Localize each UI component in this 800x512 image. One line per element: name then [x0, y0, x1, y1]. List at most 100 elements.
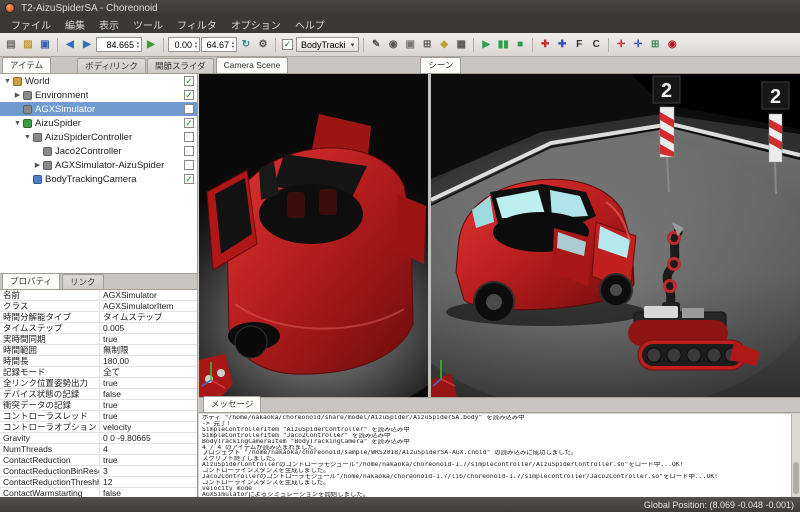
- item-checkbox[interactable]: [184, 146, 194, 156]
- sim-start-icon[interactable]: ▶: [478, 37, 494, 53]
- delineator-sign-label: 2: [661, 80, 672, 102]
- spin-arrows-icon[interactable]: ▲▼: [231, 41, 235, 48]
- property-row: ContactReductiontrue: [0, 455, 197, 466]
- item-checkbox[interactable]: ✓: [184, 118, 194, 128]
- property-value[interactable]: AGXSimulator: [100, 290, 157, 300]
- axis-red-icon[interactable]: ✛: [613, 37, 629, 53]
- tab-body-link[interactable]: ボディ/リンク: [77, 58, 146, 73]
- property-value[interactable]: 12: [100, 477, 112, 487]
- tree-item-BodyTrackingCamera[interactable]: BodyTrackingCamera✓: [0, 172, 197, 186]
- frame-f-icon[interactable]: F: [571, 37, 587, 53]
- property-panel[interactable]: 名前AGXSimulatorクラスAGXSimulatorItem時間分解能タイ…: [0, 290, 198, 497]
- tree-item-AizuSpider[interactable]: ▼AizuSpider✓: [0, 116, 197, 130]
- time-spinbox[interactable]: 84.665▲▼: [96, 37, 142, 52]
- collision-view-icon[interactable]: ◆: [436, 37, 452, 53]
- grid-green-icon[interactable]: ⊞: [647, 37, 663, 53]
- expander-icon[interactable]: ▶: [33, 161, 42, 169]
- property-value[interactable]: 無制限: [100, 345, 129, 355]
- axis-blue-icon[interactable]: ✛: [630, 37, 646, 53]
- tree-item-Jaco2Controller[interactable]: Jaco2Controller: [0, 144, 197, 158]
- property-value[interactable]: true: [100, 411, 118, 421]
- menu-表示[interactable]: 表示: [92, 15, 126, 34]
- scene-view[interactable]: 2 2: [431, 74, 800, 397]
- tree-item-World[interactable]: ▼World✓: [0, 74, 197, 88]
- expander-icon[interactable]: ▼: [23, 134, 32, 141]
- item-checkbox[interactable]: [184, 160, 194, 170]
- min-time-spinbox[interactable]: 0.00▲▼: [168, 37, 200, 52]
- property-value[interactable]: AGXSimulatorItem: [100, 301, 173, 311]
- flag-blue-icon[interactable]: ✚: [554, 37, 570, 53]
- refresh-icon[interactable]: ↻: [238, 37, 254, 53]
- tab-link[interactable]: リンク: [62, 274, 104, 289]
- message-scrollbar-thumb[interactable]: [793, 462, 799, 494]
- property-value[interactable]: true: [100, 455, 118, 465]
- menu-オプション[interactable]: オプション: [224, 15, 288, 34]
- item-tree-panel[interactable]: ▼World✓▶Environment✓AGXSimulator▼AizuSpi…: [0, 74, 198, 274]
- frame-c-icon[interactable]: C: [588, 37, 604, 53]
- property-row: デバイス状態の記録false: [0, 389, 197, 400]
- item-checkbox[interactable]: ✓: [184, 90, 194, 100]
- property-value[interactable]: true: [100, 378, 118, 388]
- tree-item-AizuSpiderController[interactable]: ▼AizuSpiderController: [0, 130, 197, 144]
- item-checkbox[interactable]: ✓: [184, 174, 194, 184]
- wireframe-icon[interactable]: ▦: [453, 37, 469, 53]
- property-value[interactable]: 0 0 -9.80665: [100, 433, 151, 443]
- item-checkbox[interactable]: ✓: [184, 76, 194, 86]
- menu-ツール[interactable]: ツール: [126, 15, 170, 34]
- property-value[interactable]: true: [100, 334, 118, 344]
- menu-ヘルプ[interactable]: ヘルプ: [288, 15, 332, 34]
- close-button[interactable]: [5, 3, 15, 13]
- seek-start-icon[interactable]: ◀: [62, 37, 78, 53]
- spin-arrows-icon[interactable]: ▲▼: [136, 41, 140, 48]
- spin-arrows-icon[interactable]: ▲▼: [194, 41, 198, 48]
- play-button[interactable]: ▶: [79, 37, 95, 53]
- flag-red-icon[interactable]: ✚: [537, 37, 553, 53]
- property-value[interactable]: 3: [100, 466, 108, 476]
- menu-ファイル[interactable]: ファイル: [4, 15, 58, 34]
- item-checkbox[interactable]: [184, 104, 194, 114]
- property-value[interactable]: false: [100, 389, 121, 399]
- tree-item-AGXSimulator[interactable]: AGXSimulator: [0, 102, 197, 116]
- fit-view-icon[interactable]: ⊞: [419, 37, 435, 53]
- property-value[interactable]: タイムステップ: [100, 312, 162, 322]
- camera-scene-view[interactable]: [199, 74, 428, 397]
- camera-combo[interactable]: BodyTracki▾: [296, 37, 359, 52]
- sim-pause-icon[interactable]: ▮▮: [495, 37, 511, 53]
- tab-property[interactable]: プロパティ: [2, 273, 60, 289]
- property-value[interactable]: 0.005: [100, 323, 124, 333]
- tree-item-Environment[interactable]: ▶Environment✓: [0, 88, 197, 102]
- property-value[interactable]: 180.00: [100, 356, 129, 366]
- tree-item-AGXSimulator-AizuSpider[interactable]: ▶AGXSimulator-AizuSpider: [0, 158, 197, 172]
- property-value[interactable]: 4: [100, 444, 108, 454]
- resume-button[interactable]: ▶: [143, 37, 159, 53]
- tab-joint-slider[interactable]: 関節スライダ: [147, 58, 214, 73]
- body-tracking-checkbox[interactable]: ✓: [282, 39, 293, 50]
- menu-編集[interactable]: 編集: [58, 15, 92, 34]
- message-panel[interactable]: ボディ "/home/nakaoka/choreonoid/share/mode…: [199, 414, 800, 497]
- save-project-icon[interactable]: ▣: [37, 37, 53, 53]
- tab-message[interactable]: メッセージ: [203, 396, 261, 412]
- open-project-icon[interactable]: ▨: [20, 37, 36, 53]
- expander-icon[interactable]: ▼: [3, 78, 12, 85]
- property-value[interactable]: true: [100, 400, 118, 410]
- timebar-config-icon[interactable]: ⚙: [255, 37, 271, 53]
- first-person-icon[interactable]: ◉: [385, 37, 401, 53]
- expander-icon[interactable]: ▼: [13, 120, 22, 127]
- property-value[interactable]: false: [100, 488, 121, 497]
- expander-icon[interactable]: ▶: [13, 91, 22, 99]
- edit-mode-icon[interactable]: ✎: [368, 37, 384, 53]
- new-project-icon[interactable]: ▤: [3, 37, 19, 53]
- capture-icon[interactable]: ◉: [664, 37, 680, 53]
- item-checkbox[interactable]: [184, 132, 194, 142]
- tab-items[interactable]: アイテム: [2, 57, 51, 73]
- menu-フィルタ[interactable]: フィルタ: [170, 15, 224, 34]
- sim-stop-icon[interactable]: ■: [512, 37, 528, 53]
- camera-icon[interactable]: ▣: [402, 37, 418, 53]
- tab-camera-scene[interactable]: Camera Scene: [216, 57, 289, 73]
- property-value[interactable]: velocity: [100, 422, 131, 432]
- max-time-spinbox[interactable]: 64.67▲▼: [201, 37, 237, 52]
- tab-scene[interactable]: シーン: [420, 57, 461, 73]
- title-bar[interactable]: T2-AizuSpiderSA - Choreonoid: [0, 0, 800, 16]
- message-scrollbar[interactable]: [791, 414, 800, 497]
- property-value[interactable]: 全て: [100, 367, 120, 377]
